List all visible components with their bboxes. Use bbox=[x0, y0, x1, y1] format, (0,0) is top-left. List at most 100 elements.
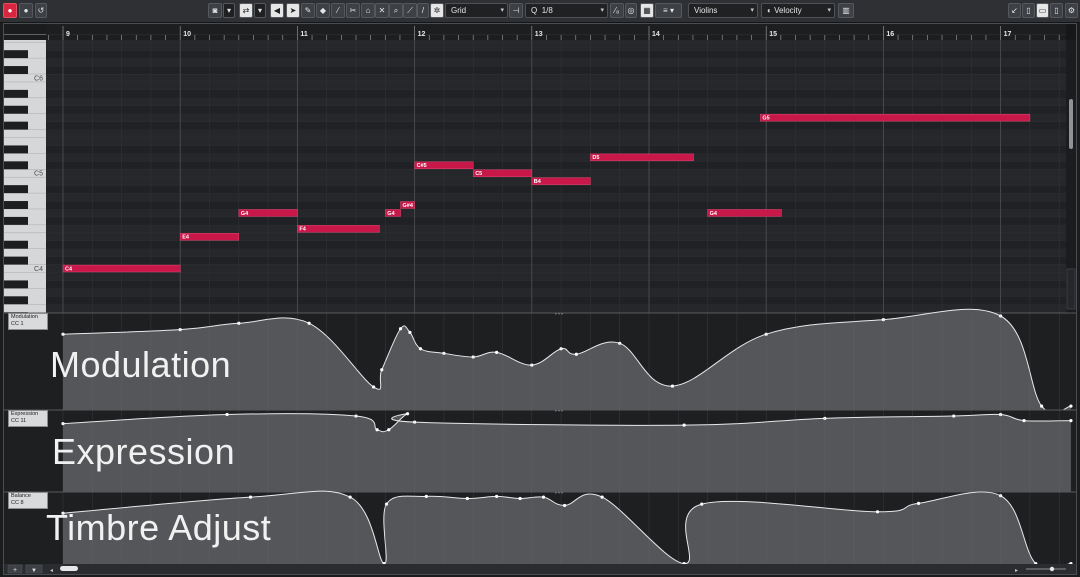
autoscroll-menu[interactable]: ▾ bbox=[254, 3, 266, 18]
lane-point[interactable] bbox=[1022, 419, 1026, 423]
mute-tool[interactable]: ✕ bbox=[375, 3, 389, 18]
snap-zero-crossing-button[interactable]: ⊣ bbox=[509, 3, 523, 18]
glue-tool[interactable]: ⌂ bbox=[361, 3, 375, 18]
scroll-right-icon[interactable]: ▸ bbox=[1015, 568, 1018, 574]
track-dropdown[interactable]: Violins ▾ bbox=[688, 3, 758, 18]
collapse-button[interactable]: ↙ bbox=[1008, 3, 1021, 18]
note-bar[interactable] bbox=[62, 264, 181, 273]
lane-point[interactable] bbox=[495, 350, 499, 354]
monitor-button[interactable]: ● bbox=[19, 3, 33, 18]
settings-button[interactable]: ⚙ bbox=[1065, 3, 1078, 18]
quantize-dropdown[interactable]: Q 1/8 ▾ bbox=[525, 3, 608, 18]
lane-title-balance[interactable]: Balance CC 8 bbox=[8, 492, 48, 509]
lane-point[interactable] bbox=[600, 495, 604, 499]
lane-point[interactable] bbox=[380, 368, 384, 372]
lane-point[interactable] bbox=[875, 510, 880, 514]
lane-point[interactable] bbox=[952, 414, 956, 418]
line-tool[interactable]: ⟋ bbox=[403, 3, 417, 18]
lane-point[interactable] bbox=[387, 428, 391, 432]
lane-point[interactable] bbox=[495, 494, 499, 498]
lane-point[interactable] bbox=[541, 495, 546, 499]
snap-type-dropdown[interactable]: Grid ▾ bbox=[445, 3, 508, 18]
draw-tool[interactable]: ✎ bbox=[301, 3, 315, 18]
lane-point[interactable] bbox=[225, 412, 229, 417]
note-event[interactable]: G4 bbox=[385, 209, 401, 217]
left-zone-button[interactable]: ▯ bbox=[1022, 3, 1035, 18]
lane-point[interactable] bbox=[398, 327, 403, 331]
lanes-button[interactable]: ≡ ▾ bbox=[655, 3, 682, 18]
lane-point[interactable] bbox=[424, 494, 428, 498]
lane-title-expression[interactable]: Expression CC 11 bbox=[8, 410, 48, 427]
lane-point[interactable] bbox=[307, 321, 311, 325]
lane-point[interactable] bbox=[916, 501, 921, 505]
note-event[interactable]: D5 bbox=[590, 153, 694, 162]
keyboard-octave-label: C6 bbox=[34, 75, 43, 82]
lane-point[interactable] bbox=[518, 496, 522, 501]
note-event[interactable]: F4 bbox=[297, 225, 380, 233]
zoom-tool[interactable]: ⌕ bbox=[389, 3, 403, 18]
note-event[interactable]: E4 bbox=[179, 233, 240, 241]
note-event[interactable]: C4 bbox=[62, 264, 181, 273]
trim-tool[interactable]: ⁄ bbox=[331, 3, 345, 18]
lane-point[interactable] bbox=[348, 495, 352, 499]
keyboard-button[interactable]: ▥ bbox=[838, 3, 854, 18]
note-event[interactable]: G4 bbox=[238, 209, 298, 217]
erase-tool[interactable]: ◆ bbox=[316, 3, 330, 18]
lane-point[interactable] bbox=[465, 496, 469, 501]
lane-point[interactable] bbox=[1040, 404, 1044, 408]
lane-point[interactable] bbox=[670, 384, 675, 388]
autoscroll-button[interactable]: ⇄ bbox=[239, 3, 253, 18]
horizontal-scrollbar-thumb[interactable] bbox=[60, 566, 78, 571]
lane-point[interactable] bbox=[418, 347, 423, 351]
note-event[interactable]: G4 bbox=[707, 209, 782, 217]
lane-point[interactable] bbox=[563, 503, 567, 508]
object-selection-tool[interactable]: ➤ bbox=[286, 3, 300, 18]
zoom-slider-handle[interactable] bbox=[1049, 566, 1055, 572]
solo-editor-menu[interactable]: ▾ bbox=[223, 3, 235, 18]
solo-editor-button[interactable]: ◙ bbox=[208, 3, 222, 18]
acoustic-feedback-button[interactable]: ◀ bbox=[270, 3, 284, 18]
lane-splitter-grip[interactable]: • • • bbox=[555, 312, 563, 318]
lane-point[interactable] bbox=[574, 352, 578, 356]
note-bar[interactable] bbox=[590, 153, 694, 162]
note-event[interactable]: C#5 bbox=[414, 161, 474, 169]
lane-point[interactable] bbox=[371, 385, 376, 389]
split-tool[interactable]: ✂ bbox=[346, 3, 360, 18]
note-bar[interactable] bbox=[297, 225, 380, 233]
lane-point[interactable] bbox=[700, 502, 704, 506]
vertical-scrollbar-thumb[interactable] bbox=[1069, 99, 1073, 149]
record-button[interactable]: ● bbox=[3, 3, 17, 18]
note-event[interactable]: B4 bbox=[531, 177, 591, 185]
timbre-adjust-overlay-label: Timbre Adjust bbox=[46, 507, 272, 548]
lane-point[interactable] bbox=[682, 423, 686, 427]
lane-title-modulation[interactable]: Modulation CC 1 bbox=[8, 313, 48, 330]
colors-button[interactable]: ▦ bbox=[640, 3, 654, 18]
note-event[interactable]: G5 bbox=[760, 113, 1031, 122]
key-editor: 9 10 11 12 13 14 15 16 17 C6 C5 C4 C4 E4 G4 F4 G4 G#4 C#5 C… bbox=[3, 23, 1077, 575]
right-zone-button[interactable]: ▯ bbox=[1050, 3, 1063, 18]
lane-point[interactable] bbox=[405, 412, 410, 416]
lower-zone-button[interactable]: ▭ bbox=[1036, 3, 1049, 18]
scroll-left-icon[interactable]: ◂ bbox=[50, 568, 53, 574]
note-event[interactable]: G#4 bbox=[400, 201, 415, 209]
controller-lane-dropdown[interactable]: ◐ Velocity ▾ bbox=[761, 3, 835, 18]
iterative-quantize-button[interactable]: ◎ bbox=[625, 3, 637, 18]
vertical-zoom-slider[interactable] bbox=[1066, 268, 1076, 310]
lane-point[interactable] bbox=[408, 330, 412, 334]
drumstick-icon: / bbox=[421, 6, 425, 15]
lane-point[interactable] bbox=[1069, 419, 1073, 423]
lane-splitter-grip[interactable]: • • • bbox=[555, 491, 563, 497]
lane-point[interactable] bbox=[1069, 404, 1073, 408]
lane-point[interactable] bbox=[375, 428, 379, 432]
note-bar[interactable] bbox=[707, 209, 782, 217]
note-event[interactable]: C5 bbox=[472, 169, 533, 177]
drumstick-tool[interactable]: / bbox=[417, 3, 429, 18]
piano-icon: ▥ bbox=[842, 6, 850, 15]
quantize-type-button[interactable]: ⁄₈ bbox=[610, 3, 624, 18]
note-bar[interactable] bbox=[760, 113, 1031, 122]
retrospective-button[interactable]: ↺ bbox=[35, 3, 47, 18]
lane-point[interactable] bbox=[248, 495, 253, 499]
lane-splitter-grip[interactable]: • • • bbox=[555, 409, 563, 415]
snap-button[interactable]: ✲ bbox=[430, 3, 444, 18]
note-bar[interactable] bbox=[179, 233, 240, 241]
